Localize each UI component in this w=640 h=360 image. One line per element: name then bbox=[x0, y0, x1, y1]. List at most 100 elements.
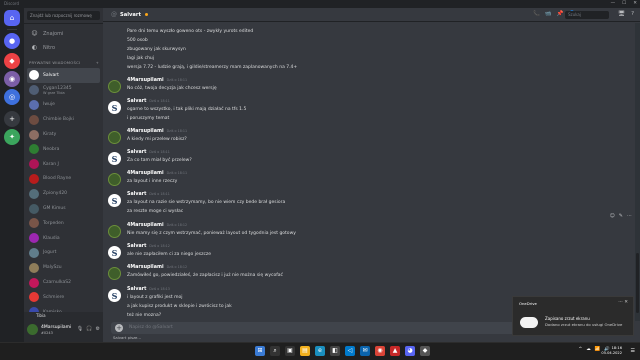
onedrive-icon[interactable]: ☁ bbox=[586, 347, 591, 352]
dm-item[interactable]: Kiraty bbox=[27, 127, 100, 142]
wifi-icon[interactable]: 📶 bbox=[595, 347, 601, 352]
message-timestamp: Dziś o 18:12 bbox=[166, 265, 188, 269]
more-icon[interactable]: ⋯ bbox=[627, 213, 632, 219]
dm-name: Schmiere bbox=[43, 294, 65, 300]
dm-item[interactable]: MalySzu bbox=[27, 260, 100, 275]
guild-explore[interactable]: ✦ bbox=[4, 129, 20, 145]
microphone-icon[interactable]: 🎙 bbox=[77, 326, 83, 332]
avatar[interactable]: S bbox=[108, 101, 121, 114]
message-author[interactable]: Salvart Dziś o 18:11 bbox=[127, 192, 170, 197]
explorer-icon[interactable]: ▤ bbox=[300, 346, 310, 356]
maximize-button[interactable]: ☐ bbox=[622, 0, 626, 8]
message-author[interactable]: 4Marsupilami Dziś o 18:11 bbox=[127, 129, 187, 134]
mail-icon[interactable]: ✉ bbox=[360, 346, 370, 356]
user-tag: #0243 bbox=[41, 331, 53, 335]
create-dm-button[interactable]: + bbox=[96, 60, 99, 65]
message-author[interactable]: 4Marsupilami Dziś o 18:12 bbox=[127, 223, 187, 228]
chrome-icon[interactable]: ◉ bbox=[375, 346, 385, 356]
message-author[interactable]: 4Marsupilami Dziś o 18:11 bbox=[127, 78, 187, 83]
clock[interactable]: 18:16 05.04.2022 bbox=[601, 346, 622, 356]
message-author[interactable]: Salvart Dziś o 18:12 bbox=[127, 244, 170, 249]
avatar[interactable]: S bbox=[108, 246, 121, 259]
guild-server-2[interactable]: ◆ bbox=[4, 53, 20, 69]
dm-item[interactable]: Schmiere bbox=[27, 290, 100, 305]
scrollbar[interactable] bbox=[635, 23, 640, 321]
app-red-icon[interactable]: ▲ bbox=[390, 346, 400, 356]
discord-icon[interactable]: ◕ bbox=[405, 346, 415, 356]
app-dark-icon[interactable]: ◆ bbox=[420, 346, 430, 356]
dm-name: Zpiony420 bbox=[43, 191, 68, 197]
start-icon[interactable]: ⊞ bbox=[255, 346, 265, 356]
toast-controls[interactable]: ⋯ ✕ bbox=[618, 300, 628, 305]
dm-name: MalySzu bbox=[43, 265, 62, 271]
dm-item[interactable]: Neobra bbox=[27, 142, 100, 157]
nav-friends[interactable]: ☺ Znajomi bbox=[27, 28, 100, 39]
message-timestamp: Dziś o 18:11 bbox=[149, 99, 170, 103]
headset-icon[interactable]: 🎧 bbox=[86, 326, 92, 332]
edge-icon[interactable]: e bbox=[315, 346, 325, 356]
dm-item[interactable]: GM Kimus bbox=[27, 201, 100, 216]
message-author[interactable]: Salvart Dziś o 18:11 bbox=[127, 150, 170, 155]
dm-item[interactable]: Iwuje bbox=[27, 98, 100, 113]
inbox-icon[interactable]: 🖥 bbox=[618, 11, 625, 17]
dm-item[interactable]: Zpiony420 bbox=[27, 186, 100, 201]
guild-server-3[interactable]: ◉ bbox=[4, 71, 20, 87]
vscode-icon[interactable]: ◁ bbox=[345, 346, 355, 356]
nav-nitro[interactable]: ◐ Nitro bbox=[27, 42, 100, 53]
dm-search-input[interactable]: Znajdź lub rozpocznij rozmowę bbox=[27, 11, 100, 20]
help-icon[interactable]: ? bbox=[631, 11, 634, 17]
video-icon[interactable]: 📹 bbox=[545, 11, 552, 17]
gear-icon[interactable]: ⚙ bbox=[96, 326, 100, 332]
dm-text: GM Kimus bbox=[43, 206, 66, 211]
dm-item[interactable]: Salvart bbox=[27, 68, 100, 83]
search-icon[interactable]: ⌕ bbox=[270, 346, 280, 356]
avatar[interactable] bbox=[27, 324, 38, 335]
close-button[interactable]: ✕ bbox=[633, 0, 637, 8]
upload-plus-icon[interactable]: + bbox=[115, 324, 123, 332]
message-author[interactable]: 4Marsupilami Dziś o 18:12 bbox=[127, 265, 187, 270]
avatar[interactable]: S bbox=[108, 194, 121, 207]
search-input[interactable]: Szukaj bbox=[565, 11, 609, 19]
avatar[interactable] bbox=[108, 267, 121, 280]
guild-home[interactable]: ⌂ bbox=[4, 10, 20, 26]
avatar[interactable] bbox=[108, 173, 121, 186]
message-author[interactable]: Salvart Dziś o 18:13 bbox=[127, 287, 170, 292]
message-text: Pare dni temu wyszło goweno ots - zwykły… bbox=[127, 29, 254, 34]
dm-item[interactable]: CzarnulkaS2 bbox=[27, 275, 100, 290]
avatar[interactable] bbox=[108, 225, 121, 238]
store-icon[interactable]: ◧ bbox=[330, 346, 340, 356]
avatar[interactable] bbox=[108, 131, 121, 144]
avatar[interactable] bbox=[108, 80, 121, 93]
dm-text: Schmiere bbox=[43, 295, 64, 300]
emoji-icon[interactable]: ☺ bbox=[610, 213, 615, 219]
chevron-up-icon[interactable]: ^ bbox=[579, 347, 583, 352]
dm-item[interactable]: Jogurt bbox=[27, 246, 100, 261]
call-icon[interactable]: 📞 bbox=[533, 11, 540, 17]
taskview-icon[interactable]: ▣ bbox=[285, 346, 295, 356]
minimize-button[interactable]: — bbox=[611, 0, 616, 8]
pin-icon[interactable]: 📌 bbox=[557, 11, 564, 17]
dm-item[interactable]: Cygan12345 W grze Tibia bbox=[27, 83, 100, 98]
author-name: 4Marsupilami bbox=[127, 265, 164, 270]
dm-item[interactable]: Chimbie Bojki bbox=[27, 112, 100, 127]
onedrive-toast[interactable]: OneDrive ⋯ ✕ Zapisano zrzut ekranu Dodan… bbox=[512, 296, 634, 336]
scrollbar-thumb[interactable] bbox=[636, 253, 639, 313]
guild-add-server[interactable]: + bbox=[4, 111, 20, 127]
app-brand: Discord bbox=[4, 1, 20, 6]
avatar[interactable]: S bbox=[108, 152, 121, 165]
message-author[interactable]: 4Marsupilami Dziś o 18:11 bbox=[127, 171, 187, 176]
guild-server-4[interactable]: ◎ bbox=[4, 89, 20, 105]
dm-list: Salvart Cygan12345 W grze Tibia Iwuje Chimbi… bbox=[27, 68, 100, 320]
guild-server-1[interactable]: ● bbox=[4, 33, 20, 49]
dm-sidebar: Znajdź lub rozpocznij rozmowę ☺ Znajomi … bbox=[24, 8, 103, 342]
dm-item[interactable]: Karan J bbox=[27, 157, 100, 172]
dm-text: Kiraty bbox=[43, 132, 56, 137]
avatar[interactable]: S bbox=[108, 289, 121, 302]
dm-item[interactable]: Klaudia bbox=[27, 231, 100, 246]
edit-icon[interactable]: ✎ bbox=[619, 213, 623, 219]
dm-item[interactable]: Blood Rayne bbox=[27, 172, 100, 187]
message-author[interactable]: Salvart Dziś o 18:11 bbox=[127, 99, 170, 104]
notification-icon[interactable]: ☰ bbox=[631, 348, 635, 354]
dm-item[interactable]: Torpeden bbox=[27, 216, 100, 231]
typing-indicator: Salvart pisze... bbox=[113, 335, 142, 340]
